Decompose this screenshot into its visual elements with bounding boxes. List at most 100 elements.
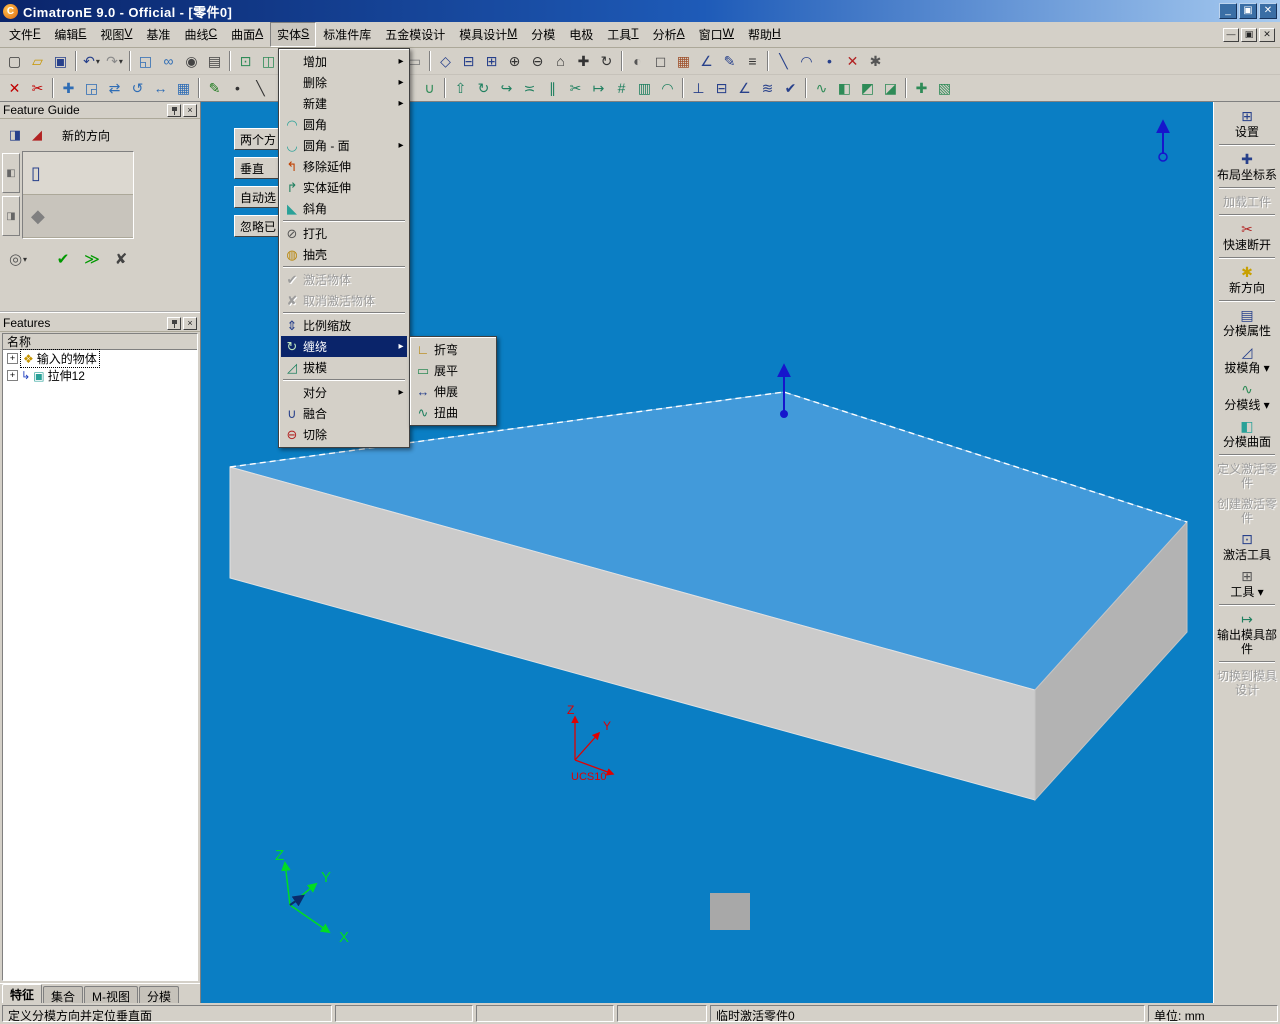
menu-item-圆角[interactable]: ◠ 圆角: [281, 114, 407, 135]
copy-image-icon[interactable]: ◱: [134, 50, 157, 72]
menu-item-扭曲[interactable]: ∿ 扭曲: [412, 402, 494, 423]
menu-item-伸展[interactable]: ↔ 伸展: [412, 381, 494, 402]
pin-icon[interactable]: [167, 316, 181, 330]
copy-icon[interactable]: ◲: [80, 77, 103, 99]
menu-item-实体延伸[interactable]: ↱ 实体延伸: [281, 177, 407, 198]
sidebar-button-布局坐标系[interactable]: ✚ 布局坐标系: [1215, 148, 1279, 185]
panel-tab-集合[interactable]: 集合: [43, 986, 84, 1004]
menu-item-展平[interactable]: ▭ 展平: [412, 360, 494, 381]
menu-item-曲线[interactable]: 曲线 C: [177, 22, 224, 47]
menu-item-斜角[interactable]: ◣ 斜角: [281, 198, 407, 219]
menu-item-分模[interactable]: 分模: [524, 22, 562, 47]
wireframe-icon[interactable]: ◻: [649, 50, 672, 72]
measure-icon[interactable]: ∠: [695, 50, 718, 72]
panel-tab-特征[interactable]: 特征: [2, 984, 43, 1003]
menu-item-移除延伸[interactable]: ↰ 移除延伸: [281, 156, 407, 177]
list-icon[interactable]: ≡: [741, 50, 764, 72]
sidebar-button-新方向[interactable]: ✱ 新方向: [1215, 261, 1279, 298]
menu-item-文件[interactable]: 文件 F: [2, 22, 47, 47]
parting-direction-point[interactable]: [780, 410, 788, 418]
layers-icon[interactable]: ▧: [933, 77, 956, 99]
sidebar-button-输出模具部件[interactable]: ↦ 输出模具部件: [1215, 608, 1279, 659]
expand-toggle[interactable]: +: [7, 370, 18, 381]
menu-item-切除[interactable]: ⊖ 切除: [281, 424, 407, 445]
revolve-icon[interactable]: ↻: [472, 77, 495, 99]
filter-vertex-icon[interactable]: ⊡: [234, 50, 257, 72]
secondary-direction-origin[interactable]: [1158, 152, 1168, 162]
rotate-icon[interactable]: ↺: [126, 77, 149, 99]
feature-tree-item[interactable]: + ❖ 输入的物体: [3, 349, 197, 368]
mirror-icon[interactable]: ⇄: [103, 77, 126, 99]
mdi-restore-button[interactable]: ▣: [1241, 27, 1257, 42]
feature-tree-item[interactable]: + ↳ ▣ 拉伸12: [3, 367, 197, 384]
offset-surface-icon[interactable]: ∥: [541, 77, 564, 99]
line-tool-icon[interactable]: ╲: [772, 50, 795, 72]
parting-surface-icon[interactable]: ◧: [833, 77, 856, 99]
normal-icon[interactable]: ⊥: [687, 77, 710, 99]
filter-edge-icon[interactable]: ◫: [257, 50, 280, 72]
cancel-icon[interactable]: ✘: [109, 248, 133, 270]
move-icon[interactable]: ✚: [57, 77, 80, 99]
link-icon[interactable]: ∞: [157, 50, 180, 72]
menu-item-圆角 - 面[interactable]: ◡ 圆角 - 面 ▸: [281, 135, 407, 156]
loft-icon[interactable]: ≍: [518, 77, 541, 99]
workpiece-insert[interactable]: [710, 893, 750, 930]
grid-icon[interactable]: ▦: [672, 50, 695, 72]
parting-line-icon[interactable]: ∿: [810, 77, 833, 99]
flip-direction-icon[interactable]: ◢: [26, 125, 48, 145]
stretch-icon[interactable]: ↔: [149, 77, 172, 99]
ucs-icon[interactable]: ✚: [910, 77, 933, 99]
menu-item-窗口[interactable]: 窗口 W: [692, 22, 741, 47]
zoom-in-icon[interactable]: ⊕: [503, 50, 526, 72]
sidebar-button-分模曲面[interactable]: ◧ 分模曲面: [1215, 415, 1279, 452]
panel-tab-分模[interactable]: 分模: [139, 986, 180, 1004]
point-tool-icon[interactable]: •: [818, 50, 841, 72]
zoom-out-icon[interactable]: ⊖: [526, 50, 549, 72]
extrude-icon[interactable]: ⇧: [449, 77, 472, 99]
menu-item-缠绕[interactable]: ↻ 缠绕 ▸: [281, 336, 407, 357]
expand-toggle[interactable]: +: [7, 353, 18, 364]
open-icon[interactable]: ▱: [26, 50, 49, 72]
mdi-minimize-button[interactable]: —: [1223, 27, 1239, 42]
menu-item-融合[interactable]: ∪ 融合: [281, 403, 407, 424]
mdi-close-button[interactable]: ✕: [1259, 27, 1275, 42]
stage-tab-1[interactable]: ◧: [2, 153, 20, 193]
menu-item-折弯[interactable]: ∟ 折弯: [412, 339, 494, 360]
guide-direction-icon[interactable]: ◨: [4, 125, 26, 145]
draft-check-icon[interactable]: ∠: [733, 77, 756, 99]
stitch-icon[interactable]: #: [610, 77, 633, 99]
pick-slot-direction[interactable]: ▯: [23, 152, 133, 195]
menu-item-基准[interactable]: 基准: [139, 22, 177, 47]
menu-item-删除[interactable]: 删除 ▸: [281, 72, 407, 93]
redo-icon[interactable]: ↷ ▾: [103, 50, 126, 72]
snapshot-icon[interactable]: ◉: [180, 50, 203, 72]
save-icon[interactable]: ▣: [49, 50, 72, 72]
cavity-icon[interactable]: ◪: [879, 77, 902, 99]
menu-item-对分[interactable]: 对分 ▸: [281, 382, 407, 403]
sketch-icon[interactable]: ✎: [203, 77, 226, 99]
menu-item-标准件库[interactable]: 标准件库: [316, 22, 378, 47]
menu-item-电极[interactable]: 电极: [562, 22, 600, 47]
menu-item-打孔[interactable]: ⊘ 打孔: [281, 223, 407, 244]
thicken-icon[interactable]: ▥: [633, 77, 656, 99]
close-button[interactable]: ✕: [1259, 3, 1277, 19]
reflection-icon[interactable]: ≋: [756, 77, 779, 99]
menu-item-模具设计[interactable]: 模具设计 M: [452, 22, 524, 47]
sidebar-button-工具[interactable]: ⊞ 工具 ▾: [1215, 565, 1279, 602]
menu-item-增加[interactable]: 增加 ▸: [281, 51, 407, 72]
new-file-icon[interactable]: ▢: [3, 50, 26, 72]
check-icon[interactable]: ✔: [779, 77, 802, 99]
close-icon[interactable]: ×: [183, 103, 197, 117]
ucs-marker[interactable]: Z Y UCS10: [567, 703, 615, 783]
view-top-icon[interactable]: ⊟: [457, 50, 480, 72]
rotate-view-icon[interactable]: ↻: [595, 50, 618, 72]
menu-item-分析[interactable]: 分析 A: [646, 22, 692, 47]
menu-item-帮助[interactable]: 帮助 H: [741, 22, 788, 47]
sidebar-button-快速断开[interactable]: ✂ 快速断开: [1215, 218, 1279, 255]
menu-item-新建[interactable]: 新建 ▸: [281, 93, 407, 114]
sidebar-button-分模线[interactable]: ∿ 分模线 ▾: [1215, 378, 1279, 415]
panel-tab-M-视图[interactable]: M-视图: [84, 986, 139, 1004]
pin-icon[interactable]: [167, 103, 181, 117]
menu-item-五金模设计[interactable]: 五金模设计: [378, 22, 452, 47]
menu-item-曲面[interactable]: 曲面 A: [224, 22, 270, 47]
